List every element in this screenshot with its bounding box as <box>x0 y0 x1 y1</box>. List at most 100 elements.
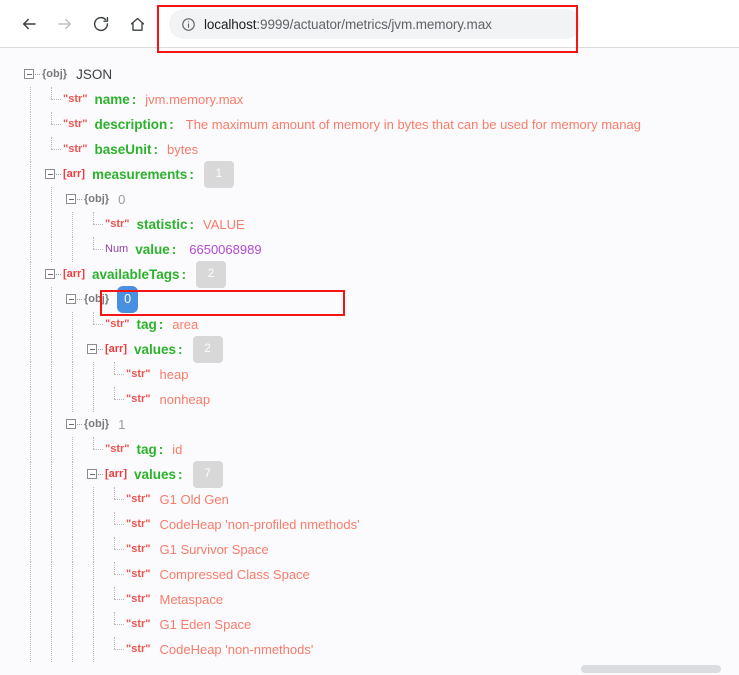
json-row-root[interactable]: {obj} JSON <box>0 62 739 87</box>
json-row-tag-0-values[interactable]: [arr] values : 2 <box>0 337 739 362</box>
key-tag: tag <box>137 312 157 337</box>
value-item: heap <box>160 362 189 387</box>
type-label-str: "str" <box>126 537 151 562</box>
json-row-baseunit[interactable]: "str" baseUnit : bytes <box>0 137 739 162</box>
tag-0-values-expander[interactable] <box>84 337 105 362</box>
forward-arrow-icon <box>56 15 74 33</box>
count-badge-measurements: 1 <box>204 161 234 188</box>
type-label-str: "str" <box>105 212 130 237</box>
key-name: name <box>95 87 130 112</box>
home-icon <box>129 16 146 33</box>
back-button[interactable] <box>14 9 44 39</box>
value-baseunit: bytes <box>167 137 198 162</box>
value-item: CodeHeap 'non-profiled nmethods' <box>160 512 360 537</box>
reload-button[interactable] <box>86 9 116 39</box>
key-value: value <box>135 237 170 262</box>
type-label-arr: [arr] <box>63 162 85 187</box>
type-label-str: "str" <box>126 487 151 512</box>
back-arrow-icon <box>20 15 38 33</box>
url-host: localhost <box>204 17 256 32</box>
index-label: 0 <box>118 187 125 212</box>
json-row-measurement-0[interactable]: {obj} 0 <box>0 187 739 212</box>
json-row-tag-0-key[interactable]: "str" tag : area <box>0 312 739 337</box>
json-row-tag-1-key[interactable]: "str" tag : id <box>0 437 739 462</box>
value-item: G1 Eden Space <box>160 612 252 637</box>
json-row-measurements[interactable]: [arr] measurements : 1 <box>0 162 739 187</box>
measurement-0-expander[interactable] <box>63 187 84 212</box>
key-statistic: statistic <box>137 212 188 237</box>
value-item: Compressed Class Space <box>160 562 310 587</box>
list-item[interactable]: "str" Metaspace <box>0 587 739 612</box>
value-item: Metaspace <box>160 587 224 612</box>
key-tag: tag <box>137 437 157 462</box>
tag-0-expander[interactable] <box>63 287 84 312</box>
horizontal-scrollbar[interactable] <box>0 663 739 675</box>
key-availabletags: availableTags <box>92 262 180 287</box>
type-label-str: "str" <box>63 112 88 137</box>
type-label-obj: {obj} <box>84 187 109 212</box>
json-viewer: {obj} JSON "str" name : jvm.memory.max "… <box>0 48 739 675</box>
list-item[interactable]: "str" nonheap <box>0 387 739 412</box>
availabletags-expander[interactable] <box>42 262 63 287</box>
browser-toolbar: localhost:9999/actuator/metrics/jvm.memo… <box>0 0 739 48</box>
list-item[interactable]: "str" CodeHeap 'non-profiled nmethods' <box>0 512 739 537</box>
json-row-availabletags[interactable]: [arr] availableTags : 2 <box>0 262 739 287</box>
key-baseunit: baseUnit <box>95 137 152 162</box>
json-row-description[interactable]: "str" description : The maximum amount o… <box>0 112 739 137</box>
omnibox-wrapper: localhost:9999/actuator/metrics/jvm.memo… <box>164 9 739 39</box>
value-statistic: VALUE <box>203 212 245 237</box>
index-label: 1 <box>118 412 125 437</box>
json-row-tag-1-values[interactable]: [arr] values : 7 <box>0 462 739 487</box>
list-item[interactable]: "str" Compressed Class Space <box>0 562 739 587</box>
list-item[interactable]: "str" G1 Survivor Space <box>0 537 739 562</box>
index-label-selected[interactable]: 0 <box>117 286 138 313</box>
value-measurement: 6650068989 <box>189 237 261 262</box>
type-label-arr: [arr] <box>105 337 127 362</box>
type-label-arr: [arr] <box>63 262 85 287</box>
type-label-str: "str" <box>126 362 151 387</box>
key-values: values <box>134 337 176 362</box>
type-label-str: "str" <box>105 312 130 337</box>
forward-button[interactable] <box>50 9 80 39</box>
json-row-name[interactable]: "str" name : jvm.memory.max <box>0 87 739 112</box>
value-description: The maximum amount of memory in bytes th… <box>186 112 641 137</box>
address-bar[interactable]: localhost:9999/actuator/metrics/jvm.memo… <box>169 9 581 39</box>
value-tag: area <box>172 312 198 337</box>
type-label-str: "str" <box>63 137 88 162</box>
type-label-str: "str" <box>126 512 151 537</box>
key-measurements: measurements <box>92 162 187 187</box>
count-badge-values: 7 <box>193 461 223 488</box>
tag-1-expander[interactable] <box>63 412 84 437</box>
type-label-arr: [arr] <box>105 462 127 487</box>
value-tag: id <box>172 437 182 462</box>
type-label-obj: {obj} <box>84 412 109 437</box>
info-circle-icon[interactable] <box>181 17 196 32</box>
type-label-obj: {obj} <box>42 62 67 87</box>
value-name: jvm.memory.max <box>145 87 243 112</box>
count-badge-availabletags: 2 <box>196 261 226 288</box>
list-item[interactable]: "str" G1 Old Gen <box>0 487 739 512</box>
value-item: G1 Survivor Space <box>160 537 269 562</box>
root-expander[interactable] <box>21 62 42 87</box>
json-row-statistic[interactable]: "str" statistic : VALUE <box>0 212 739 237</box>
list-item[interactable]: "str" G1 Eden Space <box>0 612 739 637</box>
json-row-value[interactable]: Num value : 6650068989 <box>0 237 739 262</box>
type-label-str: "str" <box>126 612 151 637</box>
measurements-expander[interactable] <box>42 162 63 187</box>
type-label-str: "str" <box>105 437 130 462</box>
value-item: G1 Old Gen <box>160 487 229 512</box>
type-label-str: "str" <box>126 587 151 612</box>
key-description: description <box>95 112 168 137</box>
count-badge-values: 2 <box>193 336 223 363</box>
url-path: :9999/actuator/metrics/jvm.memory.max <box>256 17 491 32</box>
json-row-tag-0[interactable]: {obj} 0 <box>0 287 739 312</box>
scrollbar-thumb[interactable] <box>581 665 721 673</box>
list-item[interactable]: "str" CodeHeap 'non-nmethods' <box>0 637 739 662</box>
list-item[interactable]: "str" heap <box>0 362 739 387</box>
home-button[interactable] <box>122 9 152 39</box>
json-row-tag-1[interactable]: {obj} 1 <box>0 412 739 437</box>
tag-1-values-expander[interactable] <box>84 462 105 487</box>
type-label-str: "str" <box>126 637 151 662</box>
value-item: CodeHeap 'non-nmethods' <box>160 637 314 662</box>
value-item: nonheap <box>160 387 211 412</box>
